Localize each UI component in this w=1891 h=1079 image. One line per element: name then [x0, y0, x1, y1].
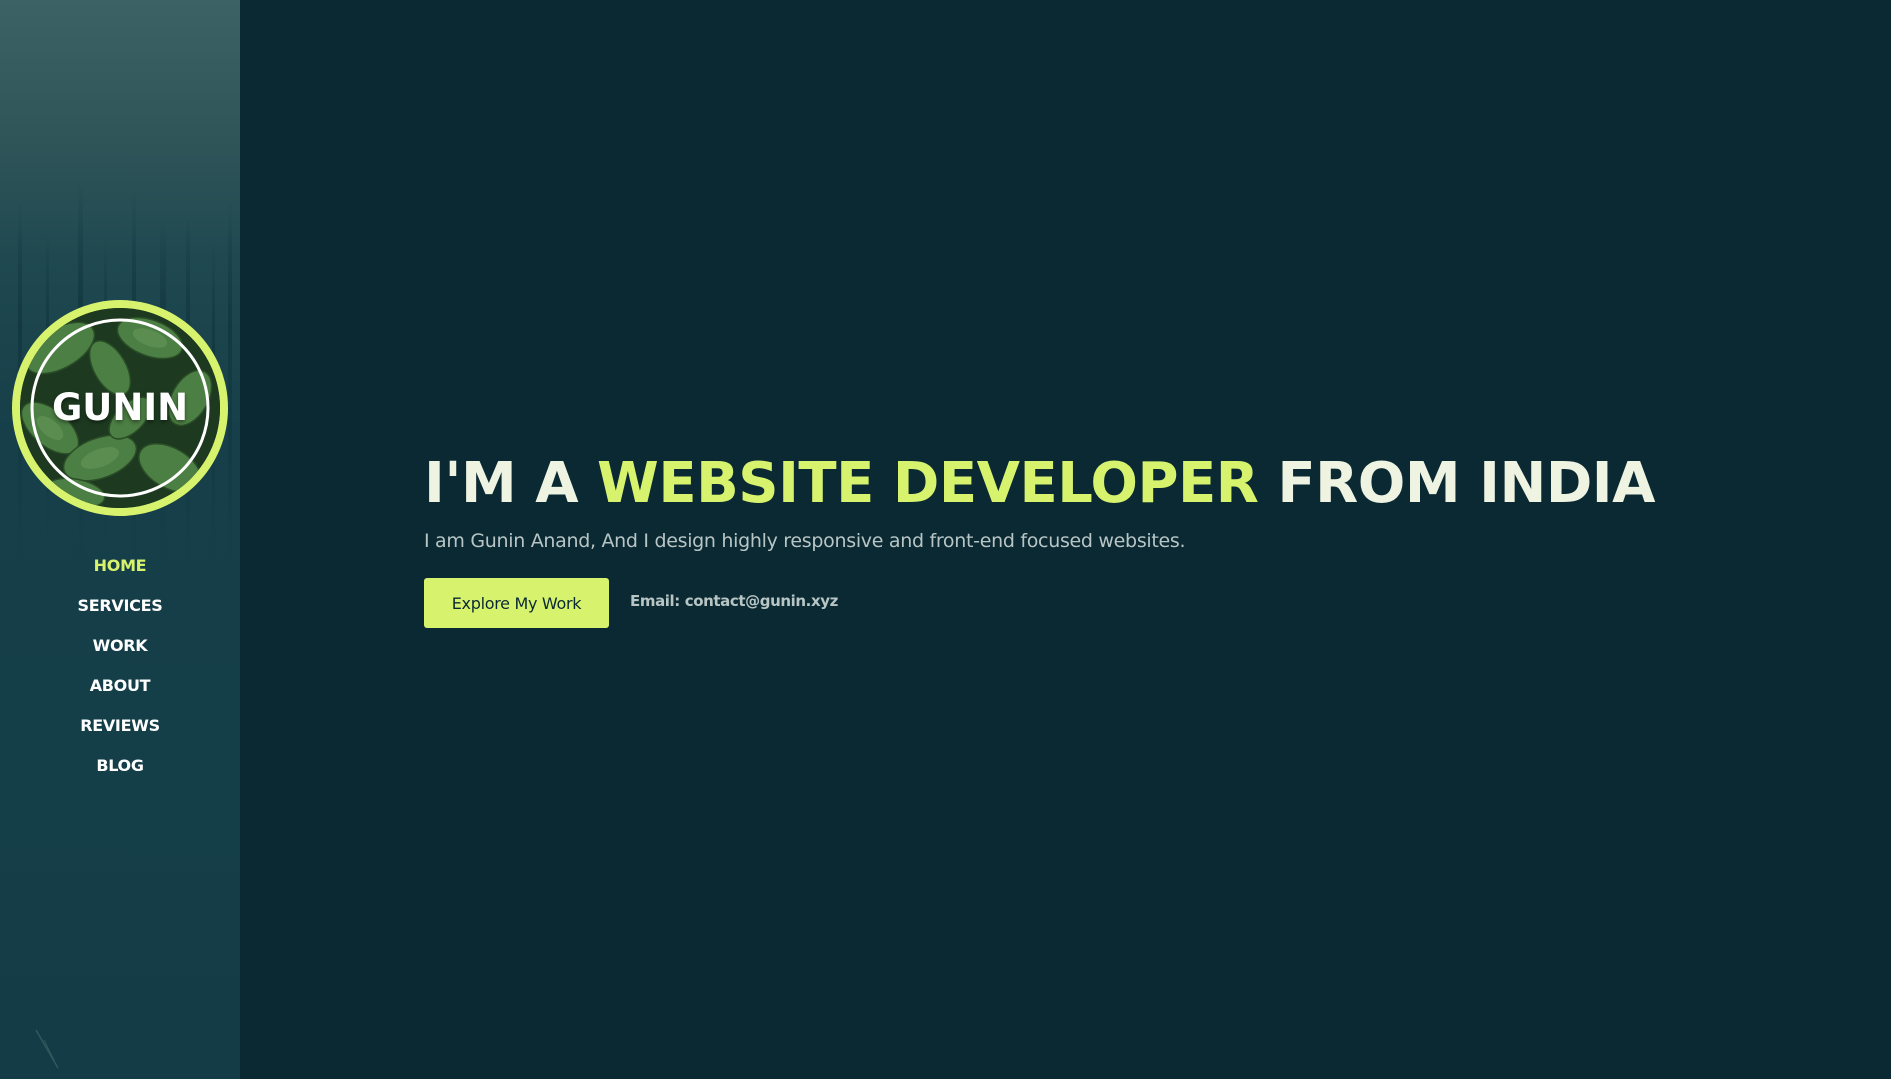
hero-section: I'M A WEBSITE DEVELOPER FROM INDIA I am … — [424, 452, 1724, 628]
nav-item-work[interactable]: WORK — [0, 632, 240, 672]
forest-background-image — [18, 180, 232, 1069]
headline-accent: WEBSITE DEVELOPER — [597, 451, 1259, 516]
headline-suffix: FROM INDIA — [1258, 451, 1655, 516]
sidebar: GUNIN HOME SERVICES WORK ABOUT REVIEWS B… — [0, 0, 240, 1079]
headline-prefix: I'M A — [424, 451, 598, 516]
explore-work-button[interactable]: Explore My Work — [424, 578, 609, 628]
hero-subline: I am Gunin Anand, And I design highly re… — [424, 530, 1186, 552]
logo-leaves-image: GUNIN — [20, 308, 220, 508]
logo-text: GUNIN — [51, 386, 189, 429]
email-link[interactable]: Email: contact@gunin.xyz — [630, 592, 838, 610]
main-navigation: HOME SERVICES WORK ABOUT REVIEWS BLOG — [0, 552, 240, 792]
hero-headline: I'M A WEBSITE DEVELOPER FROM INDIA — [424, 452, 1724, 516]
nav-item-blog[interactable]: BLOG — [0, 752, 240, 792]
logo[interactable]: GUNIN — [12, 300, 228, 516]
nav-item-reviews[interactable]: REVIEWS — [0, 712, 240, 752]
nav-item-about[interactable]: ABOUT — [0, 672, 240, 712]
hero-actions: Explore My Work Email: contact@gunin.xyz — [424, 578, 1724, 628]
nav-item-services[interactable]: SERVICES — [0, 592, 240, 632]
nav-item-home[interactable]: HOME — [0, 552, 240, 592]
